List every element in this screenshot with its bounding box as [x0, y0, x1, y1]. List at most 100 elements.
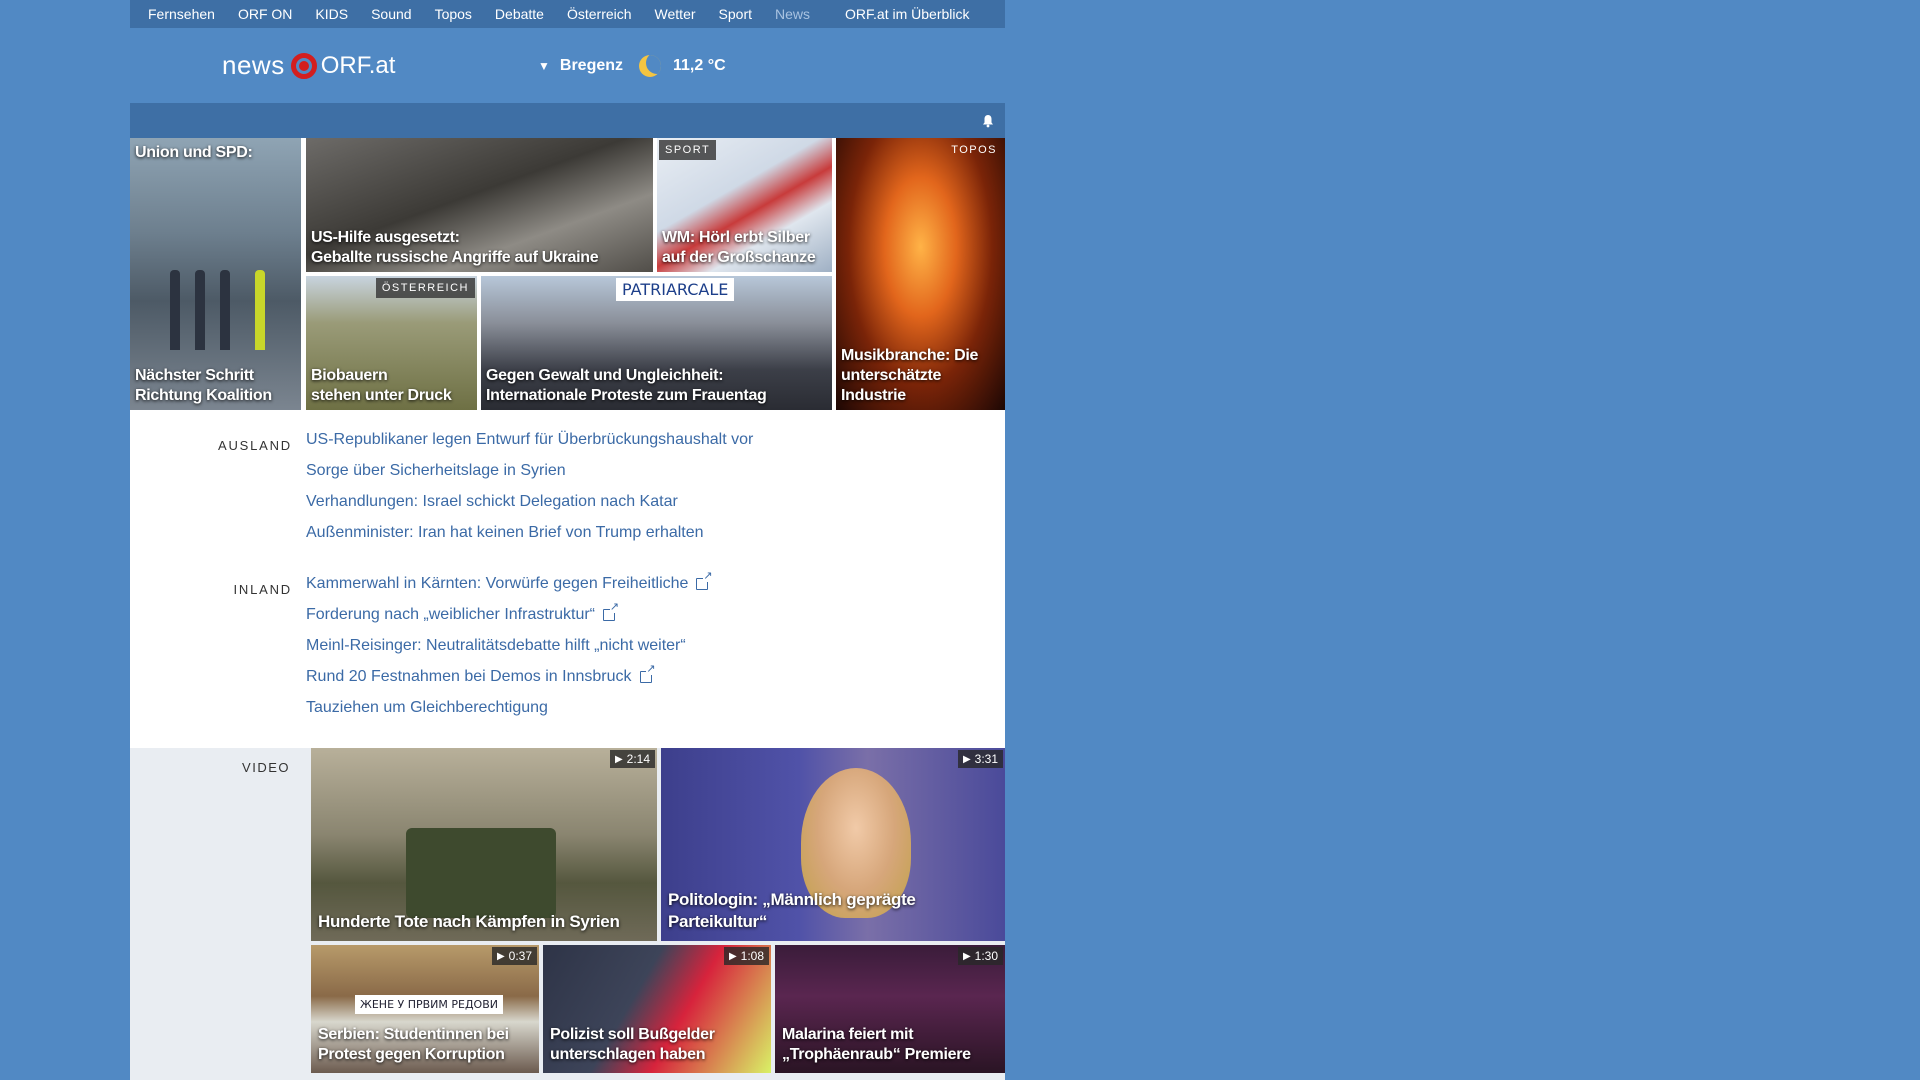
nav-kids[interactable]: KIDS: [315, 6, 348, 22]
weather-temperature: 11,2 °C: [673, 57, 726, 74]
tile-caption: WM: Hörl erbt Silber auf der Großschanze: [662, 229, 816, 266]
list-item-text: Sorge über Sicherheitslage in Syrien: [306, 461, 566, 479]
video-caption: Hunderte Tote nach Kämpfen in Syrien: [318, 912, 620, 931]
protest-sign: PATRIARCALE: [616, 278, 735, 301]
feature-tiles: Union und SPD: Nächster Schritt Richtung…: [130, 138, 1005, 410]
category-badge: SPORT: [659, 140, 717, 160]
duration-text: 2:14: [626, 752, 650, 766]
tile-caption: US-Hilfe ausgesetzt: Geballte russische …: [311, 229, 599, 266]
news-orf-logo[interactable]: news ORF.at: [222, 50, 395, 81]
play-icon: ▶: [496, 950, 505, 962]
list-item[interactable]: Meinl-Reisinger: Neutralitätsdebatte hil…: [306, 630, 708, 661]
nav-sound[interactable]: Sound: [371, 6, 411, 22]
play-icon: ▶: [962, 753, 971, 765]
top-nav: Fernsehen ORF ON KIDS Sound Topos Debatt…: [130, 0, 1005, 28]
nav-fernsehen[interactable]: Fernsehen: [148, 6, 215, 22]
list-item-text: Kammerwahl in Kärnten: Vorwürfe gegen Fr…: [306, 574, 689, 592]
tile-caption: Biobauern stehen unter Druck: [311, 367, 452, 404]
external-link-icon: [696, 570, 713, 590]
video-caption: Politologin: „Männlich geprägte Parteiku…: [668, 890, 916, 931]
category-badge: TOPOS: [951, 144, 997, 156]
nav-overview[interactable]: ORF.at im Überblick: [845, 6, 969, 22]
video-tile[interactable]: ▶ 1:08 Polizist soll Bußgelder unterschla…: [543, 945, 771, 1073]
video-tile[interactable]: ▶ 2:14 Hunderte Tote nach Kämpfen in Syri…: [311, 748, 657, 941]
list-item[interactable]: Rund 20 Festnahmen bei Demos in Innsbruc…: [306, 661, 708, 692]
list-item[interactable]: Kammerwahl in Kärnten: Vorwürfe gegen Fr…: [306, 568, 713, 599]
news-lists: AUSLAND US-Republikaner legen Entwurf fü…: [130, 410, 1005, 748]
duration-badge: ▶ 0:37: [491, 947, 537, 965]
video-tile[interactable]: ▶ 1:30 Malarina feiert mit „Trophäenraub“…: [775, 945, 1005, 1073]
orf-eye-icon: [290, 52, 317, 79]
nav-news[interactable]: News: [775, 6, 810, 22]
tile-top-caption: Union und SPD:: [135, 144, 253, 161]
tile-koalition[interactable]: Union und SPD: Nächster Schritt Richtung…: [130, 138, 301, 410]
play-icon: ▶: [962, 950, 971, 962]
video-section: VIDEO ▶ 2:14 Hunderte Tote nach Kämpfen i…: [130, 748, 1005, 1080]
figure: [255, 270, 265, 350]
caret-down-icon: ▼: [538, 59, 550, 73]
list-item[interactable]: Forderung nach „weiblicher Infrastruktur…: [306, 599, 708, 630]
tile-caption: Nächster Schritt Richtung Koalition: [135, 367, 272, 404]
weather-widget[interactable]: ▼ Bregenz 11,2 °C: [538, 55, 726, 77]
tile-caption: Gegen Gewalt und Ungleichheit: Internati…: [486, 367, 767, 404]
list-item-text: Verhandlungen: Israel schickt Delegation…: [306, 492, 678, 510]
category-badge: ÖSTERREICH: [375, 278, 475, 298]
external-link-icon: [603, 601, 620, 621]
notification-bar: [130, 103, 1005, 138]
figure: [220, 270, 230, 350]
bell-icon[interactable]: [981, 114, 995, 128]
tile-frauentag[interactable]: PATRIARCALE Gegen Gewalt und Ungleichhei…: [481, 276, 832, 410]
list-item[interactable]: Tauziehen um Gleichberechtigung: [306, 692, 708, 723]
section-label-ausland: AUSLAND: [217, 438, 292, 453]
duration-text: 3:31: [974, 752, 998, 766]
list-item[interactable]: US-Republikaner legen Entwurf für Überbr…: [306, 424, 753, 455]
list-item[interactable]: Außenminister: Iran hat keinen Brief von…: [306, 517, 753, 548]
video-caption: Malarina feiert mit „Trophäenraub“ Premi…: [782, 1026, 971, 1063]
nav-orf-on[interactable]: ORF ON: [238, 6, 292, 22]
duration-text: 1:30: [974, 949, 998, 963]
weather-location: Bregenz: [559, 57, 624, 74]
list-item-text: US-Republikaner legen Entwurf für Überbr…: [306, 430, 754, 448]
tile-caption: Musikbranche: Die unterschätzte Industri…: [841, 347, 979, 404]
video-caption: Serbien: Studentinnen bei Protest gegen …: [318, 1026, 509, 1063]
duration-text: 0:37: [508, 949, 532, 963]
figure: [170, 270, 180, 350]
tile-biobauern[interactable]: ÖSTERREICH Biobauern stehen unter Druck: [306, 276, 477, 410]
page: Fernsehen ORF ON KIDS Sound Topos Debatt…: [130, 0, 1005, 1080]
logo-orf-text: ORF.at: [320, 51, 396, 79]
nav-sport[interactable]: Sport: [719, 6, 752, 22]
logo-news-text: news: [222, 50, 285, 80]
list-item[interactable]: Sorge über Sicherheitslage in Syrien: [306, 455, 753, 486]
truck-shape: [406, 828, 556, 918]
site-header: news ORF.at ▼ Bregenz 11,2 °C: [130, 28, 1005, 103]
duration-badge: ▶ 2:14: [609, 750, 655, 768]
play-icon: ▶: [614, 753, 623, 765]
tile-wm-hoerl[interactable]: SPORT WM: Hörl erbt Silber auf der Großs…: [657, 138, 832, 272]
video-tile[interactable]: ▶ 3:31 Politologin: „Männlich geprägte Pa…: [661, 748, 1005, 941]
nav-debatte[interactable]: Debatte: [495, 6, 544, 22]
tile-musikbranche[interactable]: TOPOS Musikbranche: Die unterschätzte In…: [836, 138, 1005, 410]
duration-badge: ▶ 1:30: [957, 947, 1003, 965]
external-link-icon: [639, 663, 656, 683]
video-caption: Polizist soll Bußgelder unterschlagen ha…: [550, 1026, 715, 1063]
list-item-text: Meinl-Reisinger: Neutralitätsdebatte hil…: [306, 636, 686, 654]
nav-oesterreich[interactable]: Österreich: [567, 6, 632, 22]
nav-wetter[interactable]: Wetter: [655, 6, 696, 22]
list-item[interactable]: Verhandlungen: Israel schickt Delegation…: [306, 486, 753, 517]
inland-list: Kammerwahl in Kärnten: Vorwürfe gegen Fr…: [306, 568, 713, 723]
duration-text: 1:08: [740, 949, 764, 963]
video-tile[interactable]: ЖЕНЕ У ПРВИМ РЕДОВИ ▶ 0:37 Serbien: Stude…: [311, 945, 539, 1073]
list-item-text: Außenminister: Iran hat keinen Brief von…: [306, 523, 704, 541]
list-item-text: Rund 20 Festnahmen bei Demos in Innsbruc…: [306, 667, 632, 685]
section-label-video: VIDEO: [242, 760, 290, 775]
tile-ukraine[interactable]: US-Hilfe ausgesetzt: Geballte russische …: [306, 138, 653, 272]
figure: [195, 270, 205, 350]
list-item-text: Forderung nach „weiblicher Infrastruktur…: [306, 605, 596, 623]
duration-badge: ▶ 1:08: [723, 947, 769, 965]
protest-banner: ЖЕНЕ У ПРВИМ РЕДОВИ: [355, 995, 503, 1014]
nav-topos[interactable]: Topos: [435, 6, 472, 22]
section-label-inland: INLAND: [233, 582, 292, 597]
list-item-text: Tauziehen um Gleichberechtigung: [306, 698, 548, 716]
ausland-list: US-Republikaner legen Entwurf für Überbr…: [306, 424, 753, 548]
play-icon: ▶: [728, 950, 737, 962]
